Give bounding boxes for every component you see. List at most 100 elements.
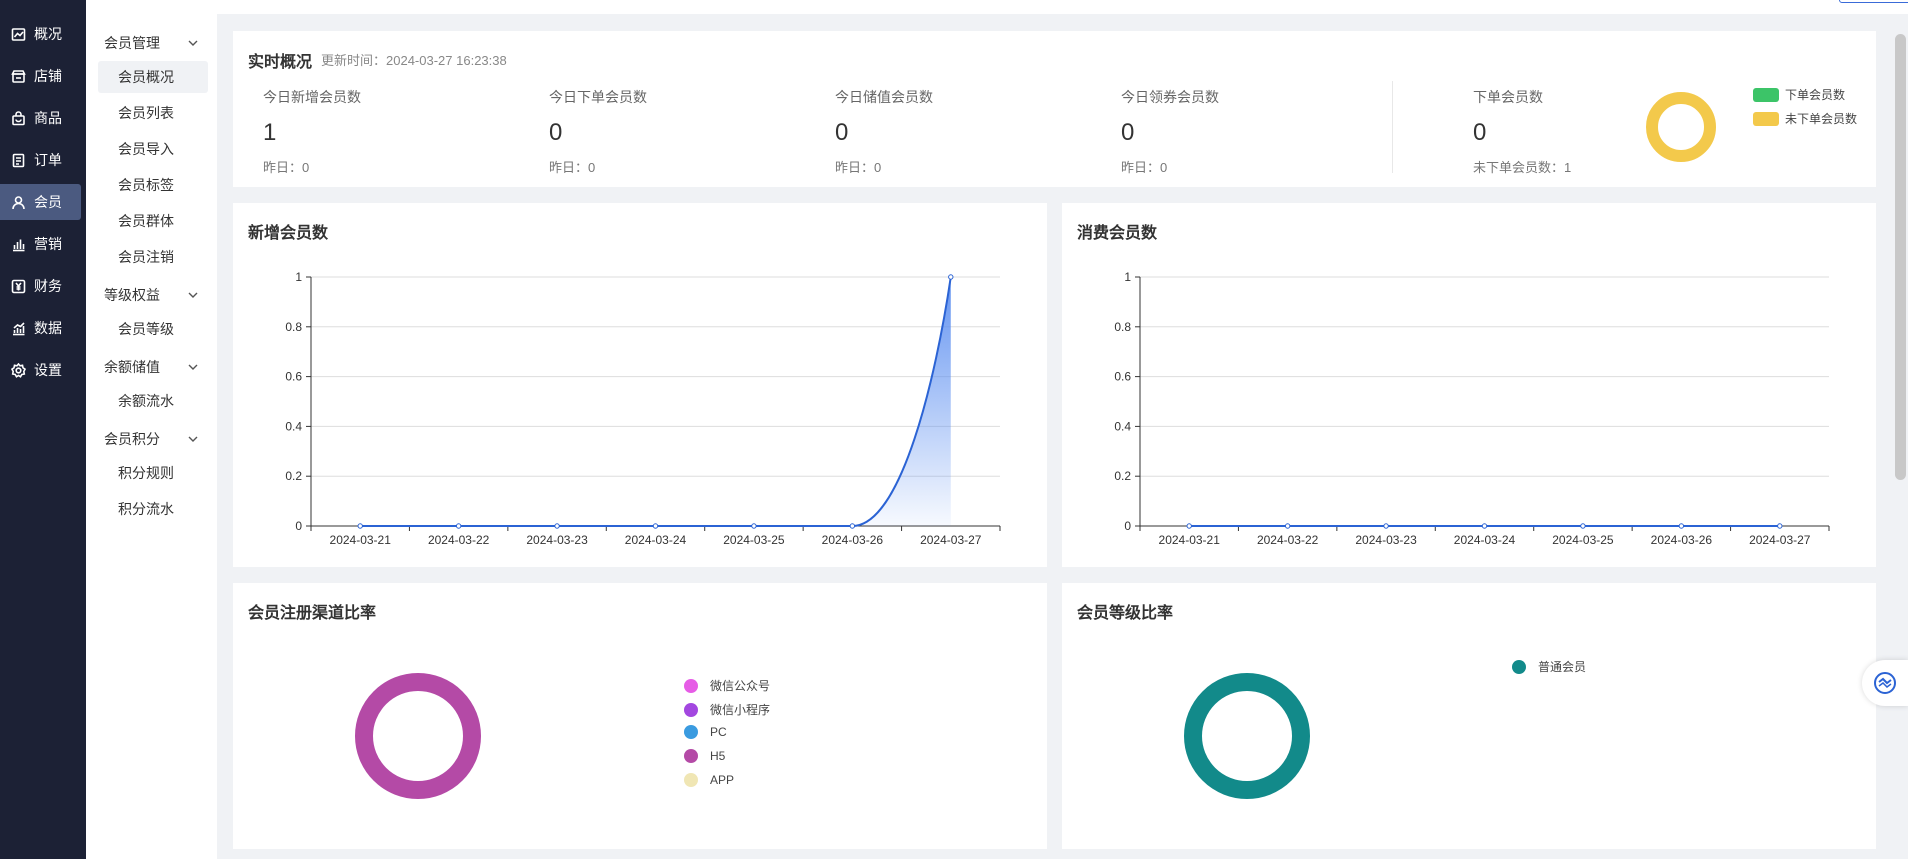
submenu-item[interactable]: 会员注销 xyxy=(98,241,208,273)
data-point[interactable] xyxy=(1777,523,1783,529)
submenu-group-label: 会员积分 xyxy=(104,431,160,447)
x-tick-label: 2024-03-24 xyxy=(1454,533,1516,547)
y-tick-label: 0.8 xyxy=(1114,320,1131,334)
data-point[interactable] xyxy=(1580,523,1586,529)
legend-item[interactable]: 微信小程序 xyxy=(684,701,770,718)
x-tick-label: 2024-03-22 xyxy=(428,533,490,547)
order-donut-ring xyxy=(1646,92,1716,162)
series-area xyxy=(360,277,951,526)
data-point[interactable] xyxy=(1678,523,1685,529)
chevron-down-icon xyxy=(188,40,198,46)
legend-label: H5 xyxy=(710,749,726,763)
legend-item[interactable]: APP xyxy=(684,773,734,787)
x-tick-label: 2024-03-26 xyxy=(1651,533,1713,547)
legend-item[interactable]: PC xyxy=(684,725,727,739)
stat-block: 今日储值会员数 0 昨日：0 xyxy=(835,87,1075,176)
scrollbar-thumb[interactable] xyxy=(1895,34,1906,480)
stat-divider xyxy=(1392,81,1393,173)
legend-label: APP xyxy=(710,773,735,787)
stat-value: 0 xyxy=(1121,119,1135,146)
channel-ratio-card: 会员注册渠道比率 微信公众号 微信小程序 PC H5 APP xyxy=(233,583,1047,849)
nav-item[interactable]: 店铺 xyxy=(0,58,81,94)
legend-item[interactable]: H5 xyxy=(684,749,725,763)
legend-item[interactable]: 普通会员 xyxy=(1512,658,1586,675)
y-tick-label: 0.4 xyxy=(285,419,302,433)
nav-item[interactable]: 订单 xyxy=(0,142,81,178)
realtime-title: 实时概况 xyxy=(248,54,313,71)
store-icon xyxy=(10,68,26,84)
y-tick-label: 0.8 xyxy=(285,320,302,334)
submenu-group[interactable]: 等级权益 xyxy=(86,280,217,310)
data-point[interactable] xyxy=(652,523,659,529)
chevron-down-icon xyxy=(188,292,198,298)
nav-item-label: 订单 xyxy=(34,152,62,168)
submenu-group[interactable]: 余额储值 xyxy=(86,352,217,382)
update-time: 更新时间：2024-03-27 16:23:38 xyxy=(321,50,507,69)
channel-donut-chart xyxy=(355,673,481,799)
x-tick-label: 2024-03-23 xyxy=(1355,533,1417,547)
legend-label: 未下单会员数 xyxy=(1785,112,1858,126)
data-point[interactable] xyxy=(751,523,757,529)
chevron-down-icon xyxy=(188,364,198,370)
legend-item[interactable]: 下单会员数 xyxy=(1753,86,1845,103)
nav-item[interactable]: 财务 xyxy=(0,268,81,304)
submenu-group-label: 等级权益 xyxy=(104,287,160,303)
submenu-item[interactable]: 积分流水 xyxy=(98,493,208,525)
data-point[interactable] xyxy=(849,523,856,529)
nav-item[interactable]: 设置 xyxy=(0,352,81,388)
stat-label: 今日储值会员数 xyxy=(835,89,933,105)
stat-label: 今日领券会员数 xyxy=(1121,89,1219,105)
nav-item[interactable]: 数据 xyxy=(0,310,81,346)
nav-item[interactable]: 商品 xyxy=(0,100,81,136)
data-point[interactable] xyxy=(1186,523,1192,529)
submenu-item[interactable]: 会员概况 xyxy=(98,61,208,93)
submenu-item[interactable]: 积分规则 xyxy=(98,457,208,489)
nav-item[interactable]: 营销 xyxy=(0,226,81,262)
customer-service-button[interactable] xyxy=(1862,660,1908,706)
stat-value: 1 xyxy=(263,119,277,146)
stat-value: 0 xyxy=(835,119,849,146)
submenu-item[interactable]: 会员等级 xyxy=(98,313,208,345)
legend-dot xyxy=(684,749,698,763)
submenu-item[interactable]: 会员群体 xyxy=(98,205,208,237)
submenu-item[interactable]: 会员列表 xyxy=(98,97,208,129)
nav-item[interactable]: 会员 xyxy=(0,184,81,220)
legend-label: 微信公众号 xyxy=(710,679,771,693)
analytics-icon xyxy=(10,320,26,336)
top-action-button[interactable] xyxy=(1839,0,1908,3)
stat-label: 今日下单会员数 xyxy=(549,89,647,105)
data-point[interactable] xyxy=(1481,523,1488,529)
data-point[interactable] xyxy=(455,523,462,529)
submenu-item[interactable]: 会员标签 xyxy=(98,169,208,201)
y-tick-label: 0 xyxy=(295,519,302,533)
submenu-group-label: 余额储值 xyxy=(104,359,160,375)
data-point[interactable] xyxy=(948,274,954,280)
submenu-group-label: 会员管理 xyxy=(104,35,160,51)
data-point[interactable] xyxy=(1383,523,1389,529)
level-ratio-card: 会员等级比率 普通会员 xyxy=(1062,583,1876,849)
nav-item-label: 数据 xyxy=(34,320,62,336)
level-title: 会员等级比率 xyxy=(1077,605,1174,622)
legend-swatch xyxy=(1753,111,1779,126)
submenu-item[interactable]: 余额流水 xyxy=(98,385,208,417)
stat-yesterday: 昨日：0 xyxy=(549,160,596,175)
submenu-item[interactable]: 会员导入 xyxy=(98,133,208,165)
data-point[interactable] xyxy=(554,523,560,529)
legend-item[interactable]: 微信公众号 xyxy=(684,677,770,694)
y-tick-label: 0.6 xyxy=(1114,370,1131,384)
data-point[interactable] xyxy=(1284,523,1291,529)
legend-item[interactable]: 未下单会员数 xyxy=(1753,110,1857,127)
x-tick-label: 2024-03-21 xyxy=(330,533,392,547)
nav-item-label: 概况 xyxy=(34,26,62,42)
nav-item-label: 会员 xyxy=(34,194,62,210)
x-tick-label: 2024-03-25 xyxy=(723,533,785,547)
nav-item-label: 设置 xyxy=(34,362,62,378)
legend-swatch xyxy=(1753,87,1779,102)
submenu-group[interactable]: 会员积分 xyxy=(86,424,217,454)
data-point[interactable] xyxy=(357,523,363,529)
nav-item[interactable]: 概况 xyxy=(0,16,81,52)
yen-icon xyxy=(10,278,26,294)
submenu-group[interactable]: 会员管理 xyxy=(86,28,217,58)
stat-label: 今日新增会员数 xyxy=(263,89,361,105)
document-icon xyxy=(10,152,26,168)
